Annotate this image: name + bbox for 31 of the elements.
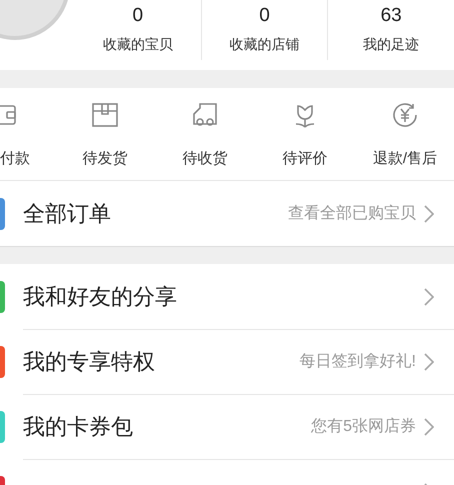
menu-title: 我的专享特权 xyxy=(23,348,155,376)
menu-row[interactable]: 我的卡券包 您有5张网店券 xyxy=(0,394,454,459)
chevron-right-icon xyxy=(424,288,434,306)
menu-row[interactable]: 全部订单 查看全部已购宝贝 xyxy=(0,181,454,246)
stat-item[interactable]: 0 收藏的宝贝 xyxy=(75,0,201,70)
chevron-right-icon xyxy=(424,352,434,370)
order-status-button[interactable]: 待收货 xyxy=(155,88,255,180)
menu-hint: 您有5张网店券 xyxy=(311,416,416,436)
menu-row[interactable]: 我的专享特权 每日签到拿好礼! xyxy=(0,329,454,394)
stat-item[interactable]: 63 我的足迹 xyxy=(327,0,454,60)
menu-title: 全部订单 xyxy=(23,200,111,228)
stat-label: 我的足迹 xyxy=(363,35,420,54)
stat-label: 收藏的店铺 xyxy=(230,35,300,54)
order-status-button[interactable]: 待评价 xyxy=(255,88,355,180)
order-status-button[interactable]: 付款 xyxy=(0,88,55,180)
stat-item[interactable]: 0 收藏的店铺 xyxy=(200,0,328,60)
stat-value: 0 xyxy=(132,4,144,28)
menu-hint: 查看全部已购宝贝 xyxy=(288,204,416,224)
stat-value: 63 xyxy=(380,4,402,28)
stat-value: 0 xyxy=(259,4,270,28)
menu-hint: 每日签到拿好礼! xyxy=(300,352,416,372)
yen-refund-icon xyxy=(390,100,420,130)
menu-title: 我的卡券包 xyxy=(23,413,133,441)
chevron-right-icon xyxy=(424,204,434,222)
menu-title: 我和好友的分享 xyxy=(23,283,177,311)
chevron-right-icon xyxy=(424,418,434,436)
stat-label: 收藏的宝贝 xyxy=(102,35,173,54)
order-status-button[interactable]: 退款/售后 xyxy=(355,88,454,180)
menu-row[interactable]: 我和好友的分享 xyxy=(0,264,454,329)
box-icon xyxy=(90,100,120,130)
order-status-button[interactable]: 待发货 xyxy=(55,88,155,180)
